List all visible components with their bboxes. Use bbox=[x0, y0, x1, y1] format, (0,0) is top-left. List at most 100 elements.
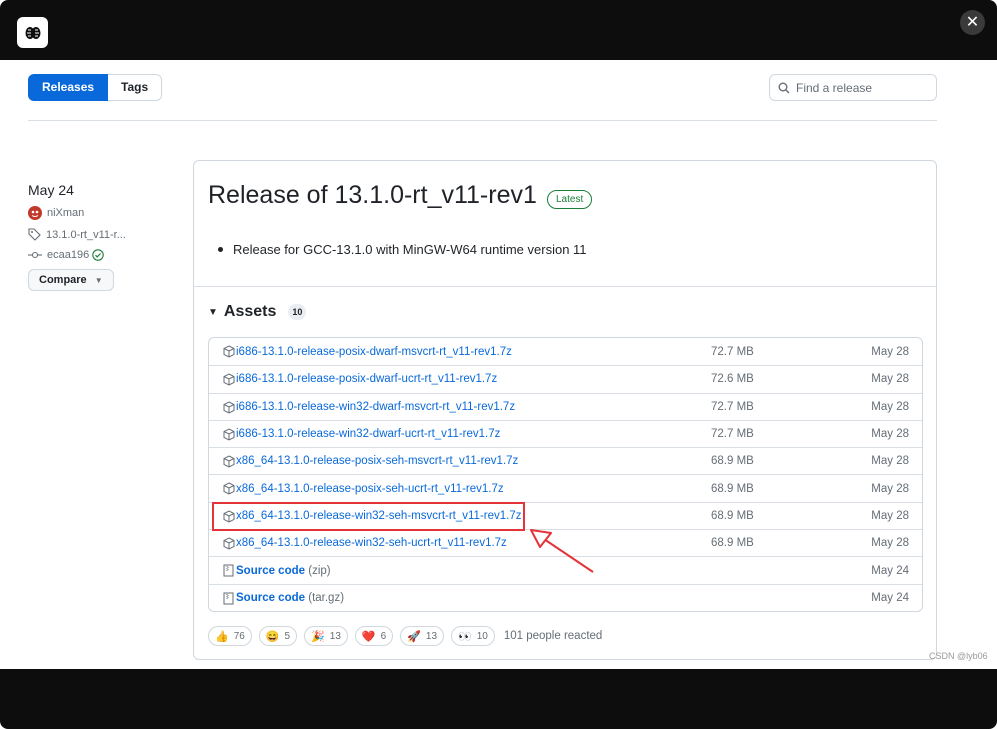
asset-size: 72.7 MB bbox=[711, 400, 754, 413]
asset-date: May 28 bbox=[871, 428, 909, 441]
asset-link[interactable]: x86_64-13.1.0-release-posix-seh-ucrt-rt_… bbox=[236, 483, 504, 495]
asset-link[interactable]: i686-13.1.0-release-posix-dwarf-msvcrt-r… bbox=[236, 346, 512, 358]
heart-icon: ❤️ bbox=[361, 630, 376, 643]
release-note: Release for GCC-13.1.0 with MinGW-W64 ru… bbox=[218, 242, 587, 257]
reaction-eyes[interactable]: 👀 10 bbox=[451, 626, 495, 646]
release-date: May 24 bbox=[28, 182, 74, 198]
asset-row[interactable]: i686-13.1.0-release-win32-dwarf-msvcrt-r… bbox=[209, 392, 922, 420]
search-icon bbox=[778, 82, 790, 93]
asset-date: May 28 bbox=[871, 455, 909, 468]
release-sidebar: May 24 niXman 13.1.0-rt_v11-r... ecaa196 bbox=[28, 182, 126, 291]
latest-badge: Latest bbox=[547, 190, 593, 209]
asset-row[interactable]: x86_64-13.1.0-release-posix-seh-msvcrt-r… bbox=[209, 447, 922, 474]
assets-toggle[interactable]: ▼ Assets 10 bbox=[208, 303, 307, 321]
chevron-down-icon: ▼ bbox=[94, 275, 103, 285]
asset-link[interactable]: Source code (tar.gz) bbox=[236, 592, 344, 604]
asset-date: May 28 bbox=[871, 482, 909, 495]
asset-date: May 24 bbox=[871, 564, 909, 577]
asset-date: May 24 bbox=[871, 591, 909, 604]
asset-size: 68.9 MB bbox=[711, 537, 754, 550]
close-button[interactable]: ✕ bbox=[960, 10, 985, 35]
assets-count: 10 bbox=[288, 304, 307, 320]
tag-icon bbox=[28, 228, 41, 241]
asset-link[interactable]: i686-13.1.0-release-win32-dwarf-ucrt-rt_… bbox=[236, 428, 500, 440]
reaction-laugh[interactable]: 😄 5 bbox=[258, 626, 298, 646]
header-divider bbox=[28, 120, 937, 121]
asset-link[interactable]: i686-13.1.0-release-posix-dwarf-ucrt-rt_… bbox=[236, 373, 497, 385]
asset-date: May 28 bbox=[871, 537, 909, 550]
bullet-icon bbox=[218, 247, 223, 252]
release-search[interactable] bbox=[769, 74, 937, 101]
asset-size: 68.9 MB bbox=[711, 482, 754, 495]
package-icon bbox=[223, 428, 235, 441]
tab-releases[interactable]: Releases bbox=[28, 74, 109, 101]
author-row[interactable]: niXman bbox=[28, 206, 126, 220]
verified-check-icon bbox=[92, 249, 104, 261]
asset-size: 68.9 MB bbox=[711, 455, 754, 468]
viewer-top-bar: ✕ bbox=[0, 0, 997, 60]
package-icon bbox=[223, 482, 235, 496]
release-note-text: Release for GCC-13.1.0 with MinGW-W64 ru… bbox=[233, 242, 587, 257]
release-title[interactable]: Release of 13.1.0-rt_v11-rev1 bbox=[208, 181, 537, 210]
asset-size: 72.7 MB bbox=[711, 428, 754, 441]
package-icon bbox=[223, 345, 235, 358]
reaction-heart[interactable]: ❤️ 6 bbox=[354, 626, 394, 646]
annotation-arrow-icon bbox=[530, 529, 594, 573]
asset-row[interactable]: i686-13.1.0-release-posix-dwarf-ucrt-rt_… bbox=[209, 365, 922, 392]
commit-hash[interactable]: ecaa196 bbox=[47, 249, 89, 261]
asset-link[interactable]: Source code (zip) bbox=[236, 565, 331, 577]
commit-row[interactable]: ecaa196 bbox=[28, 249, 126, 261]
app-logo bbox=[17, 17, 48, 48]
releases-tabs: Releases Tags bbox=[28, 74, 163, 101]
asset-row[interactable]: x86_64-13.1.0-release-posix-seh-ucrt-rt_… bbox=[209, 474, 922, 501]
commit-icon bbox=[28, 250, 42, 260]
hooray-icon: 🎉 bbox=[311, 630, 325, 643]
triangle-down-icon: ▼ bbox=[208, 306, 218, 318]
package-icon bbox=[223, 455, 235, 468]
asset-size: 72.7 MB bbox=[711, 345, 754, 358]
highlight-box bbox=[212, 502, 525, 531]
compare-button[interactable]: Compare ▼ bbox=[28, 269, 114, 291]
asset-row[interactable]: i686-13.1.0-release-posix-dwarf-msvcrt-r… bbox=[209, 338, 922, 365]
brain-icon bbox=[25, 26, 40, 39]
author-name[interactable]: niXman bbox=[47, 207, 84, 219]
asset-row[interactable]: Source code (tar.gz) May 24 bbox=[209, 583, 922, 611]
rocket-icon: 🚀 bbox=[407, 630, 421, 643]
asset-date: May 28 bbox=[871, 400, 909, 413]
card-divider bbox=[194, 286, 936, 287]
asset-size: 68.9 MB bbox=[711, 509, 754, 522]
asset-size: 72.6 MB bbox=[711, 373, 754, 386]
reactions-summary: 101 people reacted bbox=[503, 630, 603, 642]
asset-link[interactable]: x86_64-13.1.0-release-posix-seh-msvcrt-r… bbox=[236, 455, 518, 467]
package-icon bbox=[223, 373, 235, 386]
reactions-bar: 👍 76 😄 5 🎉 13 ❤️ 6 🚀 13 👀 10 101 people reacte… bbox=[208, 626, 602, 646]
laugh-icon: 😄 bbox=[265, 630, 280, 643]
compare-label: Compare bbox=[39, 274, 87, 286]
eyes-icon: 👀 bbox=[458, 630, 472, 643]
package-icon bbox=[223, 401, 235, 414]
asset-link[interactable]: x86_64-13.1.0-release-win32-seh-ucrt-rt_… bbox=[236, 537, 507, 549]
avatar-icon bbox=[28, 206, 42, 220]
asset-date: May 28 bbox=[871, 509, 909, 522]
thumbs-up-icon: 👍 bbox=[215, 630, 229, 643]
file-zip-icon bbox=[223, 592, 234, 605]
release-card: Release of 13.1.0-rt_v11-rev1 Latest Rel… bbox=[193, 160, 937, 660]
tab-tags[interactable]: Tags bbox=[108, 74, 163, 101]
viewer-bottom-bar bbox=[0, 669, 997, 729]
assets-heading: Assets bbox=[223, 303, 277, 320]
package-icon bbox=[223, 537, 235, 550]
avatar bbox=[28, 206, 42, 220]
tag-row[interactable]: 13.1.0-rt_v11-r... bbox=[28, 228, 126, 241]
reaction-hooray[interactable]: 🎉 13 bbox=[304, 626, 348, 646]
reaction-rocket[interactable]: 🚀 13 bbox=[400, 626, 445, 646]
file-zip-icon bbox=[223, 564, 234, 577]
releases-page: Releases Tags May 24 niXman 13 bbox=[0, 60, 997, 669]
reaction-thumbs-up[interactable]: 👍 76 bbox=[208, 626, 252, 646]
asset-date: May 28 bbox=[871, 345, 909, 358]
asset-link[interactable]: i686-13.1.0-release-win32-dwarf-msvcrt-r… bbox=[236, 401, 515, 413]
close-icon: ✕ bbox=[965, 14, 980, 31]
asset-row[interactable]: i686-13.1.0-release-win32-dwarf-ucrt-rt_… bbox=[209, 419, 922, 447]
tag-name[interactable]: 13.1.0-rt_v11-r... bbox=[46, 229, 126, 241]
asset-date: May 28 bbox=[871, 373, 909, 386]
search-input[interactable] bbox=[796, 80, 926, 95]
